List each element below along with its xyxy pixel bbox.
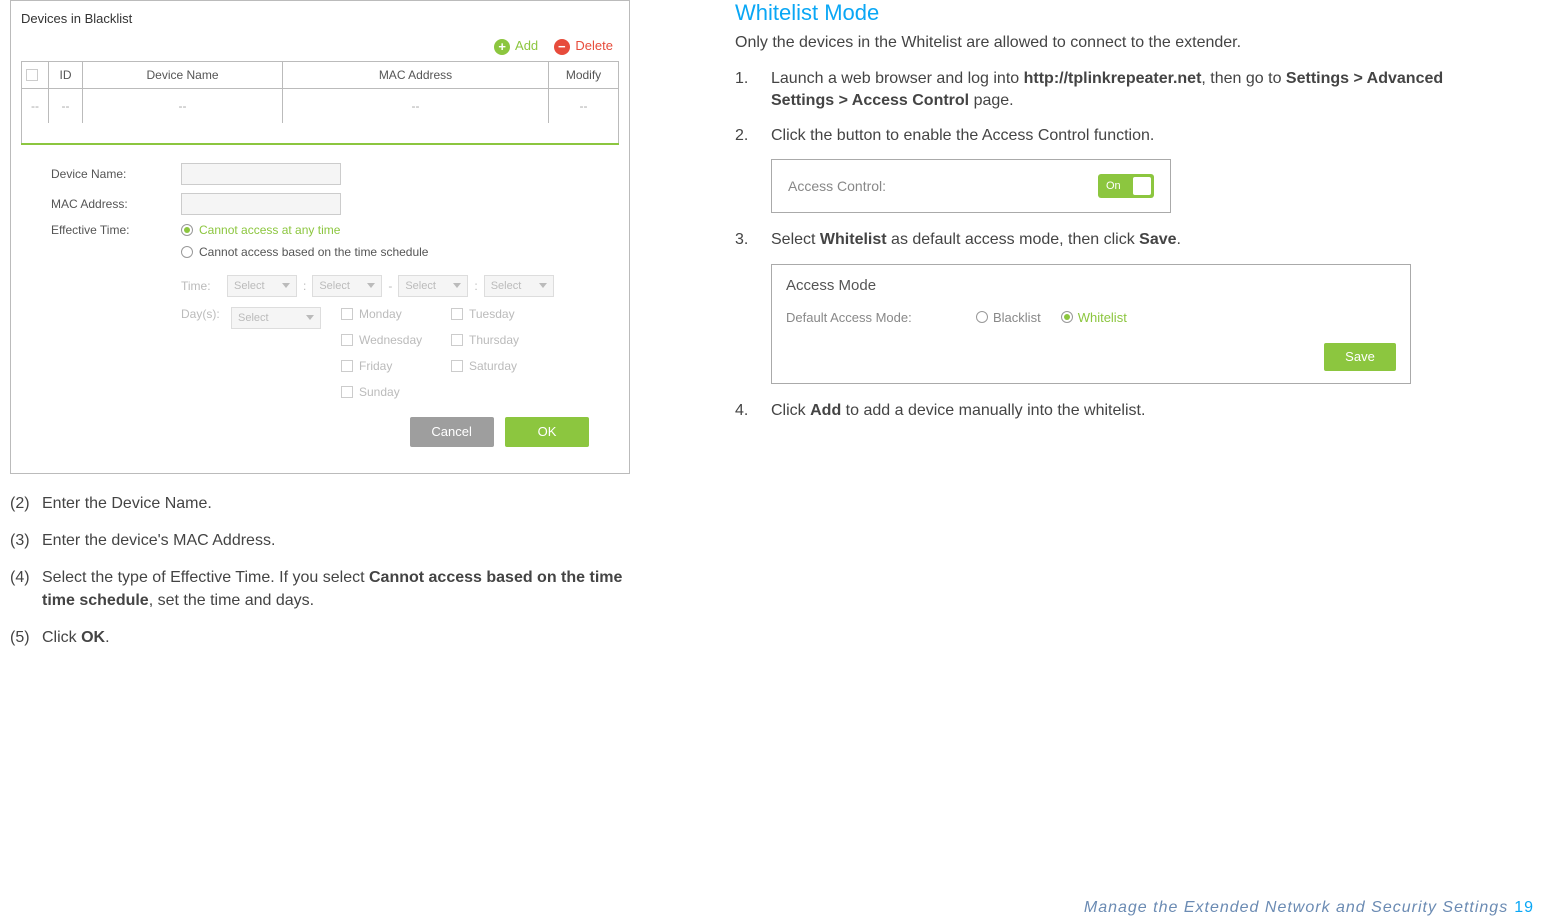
time-label: Time: <box>181 279 221 293</box>
access-control-label: Access Control: <box>788 178 886 194</box>
step-num: 2. <box>735 125 771 147</box>
day-friday[interactable]: Friday <box>341 359 451 373</box>
step-text: Select Whitelist as default access mode,… <box>771 229 1455 251</box>
panel-actions: + Add − Delete <box>11 34 629 61</box>
step-num: 3. <box>735 229 771 251</box>
device-form: Device Name: MAC Address: Effective Time… <box>11 145 629 461</box>
step-text: Click OK. <box>42 626 630 649</box>
days-select[interactable]: Select <box>231 307 321 329</box>
mac-label: MAC Address: <box>51 197 181 211</box>
caret-down-icon <box>306 315 314 320</box>
access-control-box: Access Control: On <box>771 159 1171 213</box>
footer: Manage the Extended Network and Security… <box>1084 899 1534 917</box>
day-sunday[interactable]: Sunday <box>341 385 451 399</box>
radio-icon <box>181 246 193 258</box>
col-modify: Modify <box>549 61 619 88</box>
add-button[interactable]: + Add <box>494 38 554 53</box>
radio-schedule[interactable]: Cannot access based on the time schedule <box>181 245 428 259</box>
checkbox-icon <box>341 360 353 372</box>
day-tuesday[interactable]: Tuesday <box>451 307 561 321</box>
step-num: (5) <box>10 626 42 649</box>
days-label: Day(s): <box>181 307 221 321</box>
checkbox-icon <box>451 308 463 320</box>
section-heading: Whitelist Mode <box>735 0 1455 26</box>
col-id: ID <box>49 61 83 88</box>
day-thursday[interactable]: Thursday <box>451 333 561 347</box>
checkbox-icon <box>341 308 353 320</box>
caret-down-icon <box>367 283 375 288</box>
checkbox-icon <box>341 386 353 398</box>
checkbox-icon <box>341 334 353 346</box>
time-to-hour[interactable]: Select <box>398 275 468 297</box>
step-text: Click the button to enable the Access Co… <box>771 125 1455 147</box>
radio-anytime[interactable]: Cannot access at any time <box>181 223 428 237</box>
default-mode-label: Default Access Mode: <box>786 310 956 325</box>
access-mode-box: Access Mode Default Access Mode: Blackli… <box>771 264 1411 384</box>
device-name-input[interactable] <box>181 163 341 185</box>
col-mac: MAC Address <box>283 61 549 88</box>
time-to-min[interactable]: Select <box>484 275 554 297</box>
radio-icon <box>976 311 988 323</box>
step-num: (2) <box>10 492 42 515</box>
checkbox-icon <box>451 360 463 372</box>
device-name-label: Device Name: <box>51 167 181 181</box>
table-row: -- -- -- -- -- <box>22 88 619 123</box>
radio-icon <box>1061 311 1073 323</box>
radio-whitelist[interactable]: Whitelist <box>1061 310 1127 325</box>
panel-title: Devices in Blacklist <box>11 9 629 34</box>
step-text: Select the type of Effective Time. If yo… <box>42 566 630 612</box>
minus-icon: − <box>554 39 570 55</box>
mac-input[interactable] <box>181 193 341 215</box>
checkbox-icon <box>451 334 463 346</box>
step-num: (3) <box>10 529 42 552</box>
access-control-toggle[interactable]: On <box>1098 174 1154 198</box>
step-num: 4. <box>735 400 771 422</box>
day-monday[interactable]: Monday <box>341 307 451 321</box>
caret-down-icon <box>453 283 461 288</box>
plus-icon: + <box>494 39 510 55</box>
time-from-min[interactable]: Select <box>312 275 382 297</box>
step-text: Launch a web browser and log into http:/… <box>771 68 1455 113</box>
day-wednesday[interactable]: Wednesday <box>341 333 451 347</box>
step-text: Enter the device's MAC Address. <box>42 529 630 552</box>
step-num: 1. <box>735 68 771 113</box>
step-num: (4) <box>10 566 42 612</box>
time-from-hour[interactable]: Select <box>227 275 297 297</box>
left-instructions: (2) Enter the Device Name. (3) Enter the… <box>10 492 630 650</box>
radio-blacklist[interactable]: Blacklist <box>976 310 1041 325</box>
select-all-header[interactable] <box>22 61 49 88</box>
col-device-name: Device Name <box>83 61 283 88</box>
days-row: Day(s): Select Monday Tuesday Wednesday … <box>181 307 619 399</box>
eff-time-label: Effective Time: <box>51 223 181 237</box>
caret-down-icon <box>282 283 290 288</box>
caret-down-icon <box>539 283 547 288</box>
checkbox-icon <box>26 69 38 81</box>
access-mode-title: Access Mode <box>772 265 1410 302</box>
radio-icon <box>181 224 193 236</box>
ok-button[interactable]: OK <box>505 417 589 447</box>
step-text: Click Add to add a device manually into … <box>771 400 1455 422</box>
time-row: Time: Select : Select - Select : Select <box>181 275 619 297</box>
save-button[interactable]: Save <box>1324 343 1396 371</box>
blacklist-table: ID Device Name MAC Address Modify -- -- … <box>21 61 619 145</box>
section-intro: Only the devices in the Whitelist are al… <box>735 34 1455 52</box>
delete-button[interactable]: − Delete <box>554 38 613 53</box>
day-saturday[interactable]: Saturday <box>451 359 561 373</box>
cancel-button[interactable]: Cancel <box>410 417 494 447</box>
step-text: Enter the Device Name. <box>42 492 630 515</box>
blacklist-panel: Devices in Blacklist + Add − Delete ID D… <box>10 0 630 474</box>
